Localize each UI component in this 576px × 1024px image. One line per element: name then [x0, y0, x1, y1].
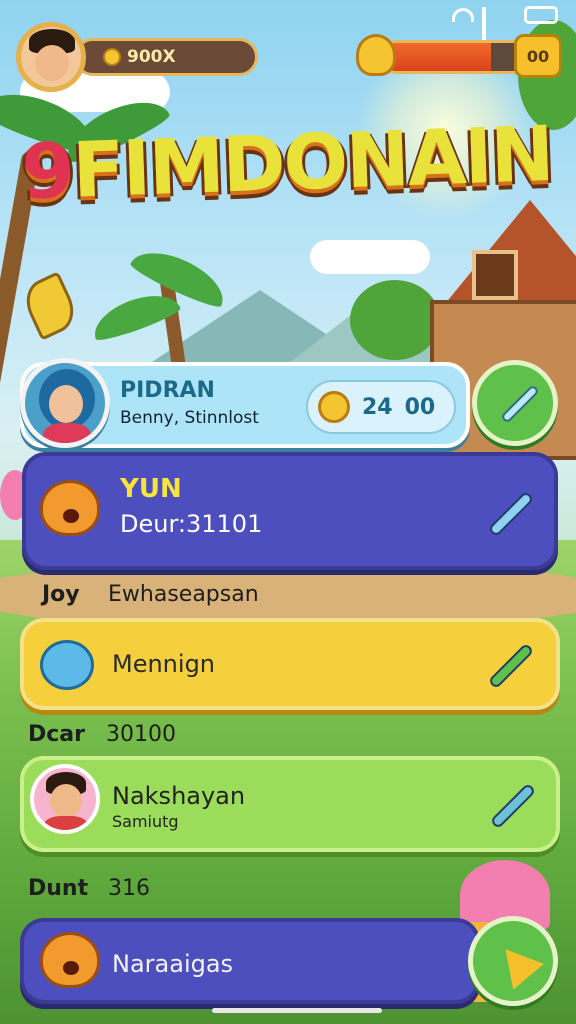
row-label: Dcar: [28, 722, 85, 747]
face: [35, 45, 69, 81]
score-value: 24: [362, 394, 393, 420]
face: [50, 784, 82, 818]
coin-counter[interactable]: 900X: [74, 38, 258, 76]
profile-avatar[interactable]: [16, 22, 86, 92]
player-name: PIDRAN: [120, 378, 215, 403]
energy-count: 00: [526, 46, 550, 66]
monster-icon: [40, 640, 94, 690]
face: [49, 385, 83, 423]
tree-canopy: [350, 280, 440, 360]
coin-icon: [318, 391, 350, 423]
play-button[interactable]: [468, 916, 558, 1006]
battery-icon: [524, 6, 558, 24]
player-name: Naraaigas: [112, 950, 234, 978]
game-title: 9FIMDONAIN: [20, 109, 564, 238]
pencil-icon: [500, 384, 540, 424]
row-value: 30100: [106, 722, 176, 747]
score-value-secondary: 00: [404, 394, 436, 420]
score-pill: 24 00: [306, 380, 456, 434]
signal-icon: [482, 7, 516, 53]
player-avatar-featured: [20, 358, 110, 448]
row-label: Joy: [42, 582, 80, 607]
arrow-icon: [490, 936, 544, 990]
mascot-icon: [40, 480, 100, 536]
player-name: Nakshayan: [112, 782, 246, 810]
energy-fill: [383, 43, 491, 71]
player-card[interactable]: [20, 618, 560, 710]
player-subtitle: Samiutg: [112, 812, 179, 831]
house-window: [472, 250, 518, 300]
energy-count-badge[interactable]: 00: [514, 34, 562, 78]
mascot-icon: [40, 932, 100, 988]
player-avatar: [30, 764, 100, 834]
status-bar: [452, 4, 558, 53]
player-name: YUN: [120, 474, 182, 504]
player-card[interactable]: [20, 756, 560, 852]
player-subtitle: Deur:31101: [120, 510, 263, 538]
title-rest: FIMDONAIN: [71, 108, 554, 215]
edit-button[interactable]: [472, 360, 558, 446]
title-first-letter: 9: [20, 125, 75, 217]
player-name: Mennign: [112, 650, 216, 678]
wifi-icon: [452, 8, 474, 22]
row-value: 316: [108, 876, 150, 901]
home-indicator[interactable]: [212, 1008, 382, 1013]
row-value: Ewhaseapsan: [108, 582, 259, 607]
cloud: [310, 240, 430, 274]
coin-amount: 900X: [127, 47, 176, 67]
bell-icon[interactable]: [356, 34, 396, 76]
coin-icon: [103, 48, 121, 66]
player-card[interactable]: [22, 452, 558, 570]
row-label: Dunt: [28, 876, 89, 901]
player-subtitle: Benny, Stinnlost: [120, 408, 259, 428]
